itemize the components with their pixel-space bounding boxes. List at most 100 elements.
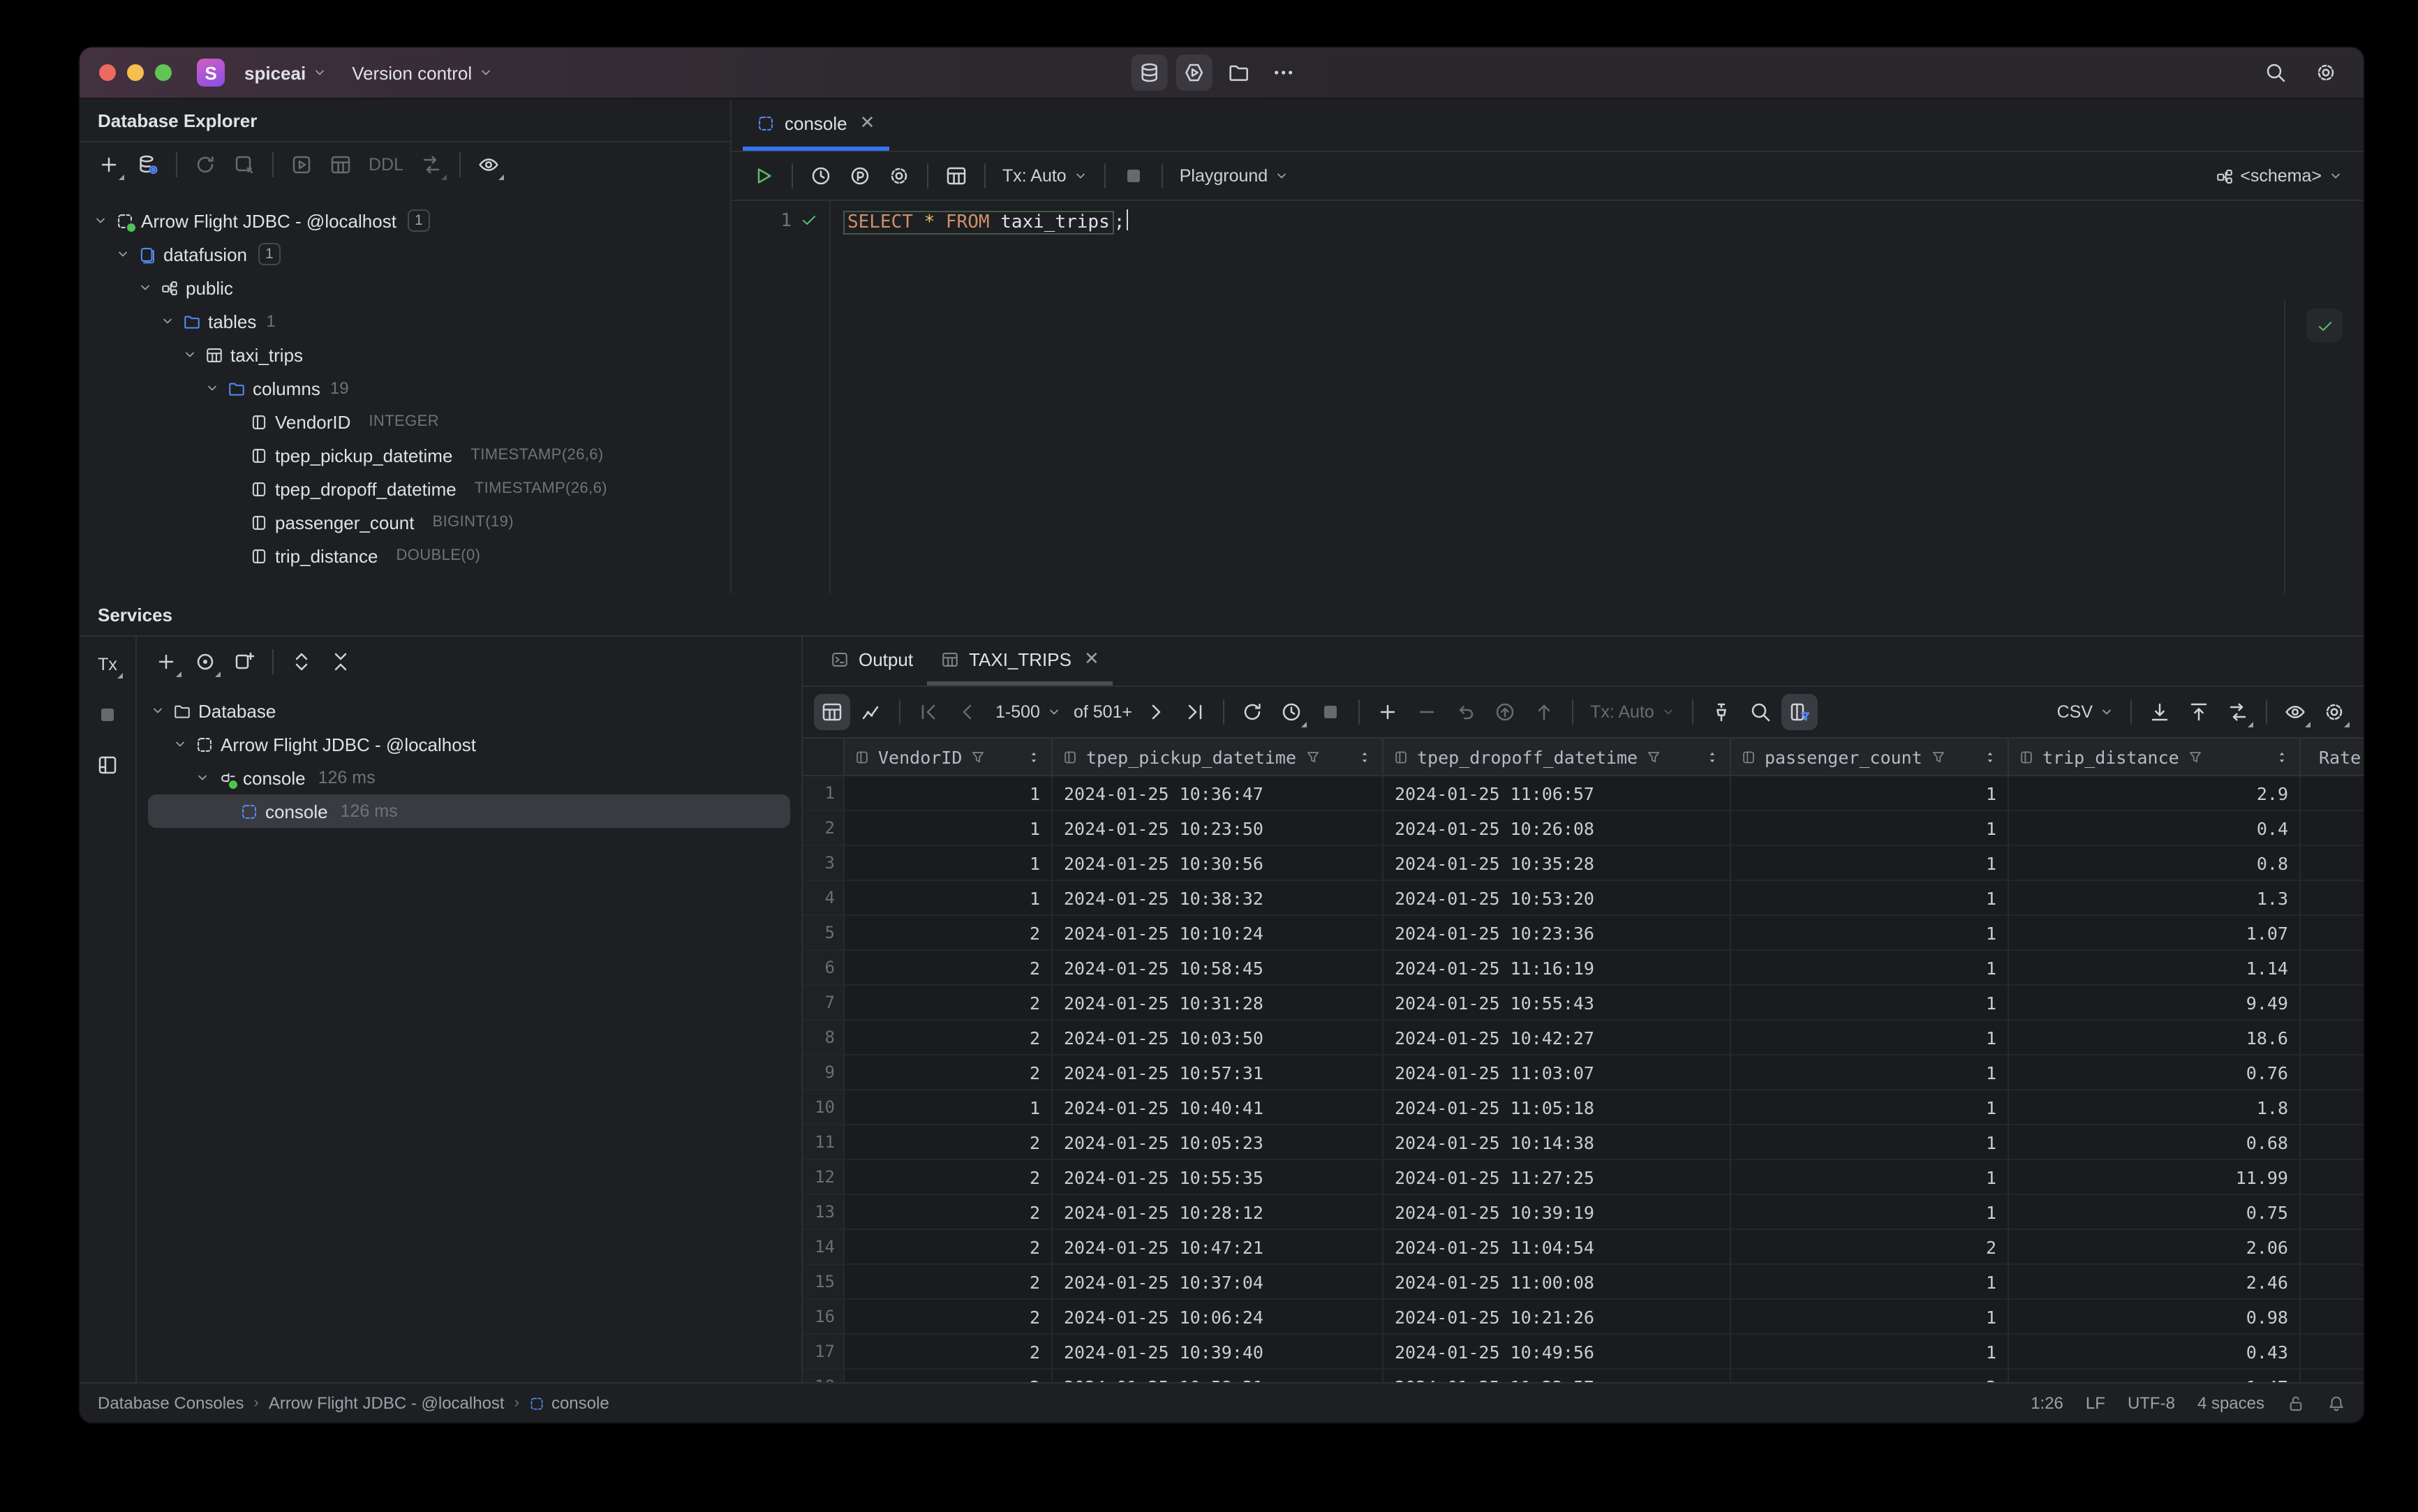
cell-tpep_pickup_datetime[interactable]: 2024-01-25 10:28:12 xyxy=(1053,1195,1384,1229)
stop-button[interactable] xyxy=(1115,158,1152,194)
row-number[interactable]: 18 xyxy=(803,1370,845,1382)
cell-tpep_dropoff_datetime[interactable]: 2024-01-25 10:53:20 xyxy=(1384,881,1731,914)
collapse-all-button[interactable] xyxy=(322,643,359,679)
open-data-button[interactable] xyxy=(322,147,359,183)
cell-tpep_pickup_datetime[interactable]: 2024-01-25 10:58:21 xyxy=(1053,1370,1384,1382)
pin-tab-button[interactable] xyxy=(1703,694,1740,730)
query-history-button[interactable] xyxy=(1273,694,1310,730)
cell-passenger_count[interactable]: 1 xyxy=(1731,846,2009,880)
cell-rate[interactable] xyxy=(2301,1335,2364,1368)
cell-vendorid[interactable]: 2 xyxy=(845,986,1053,1019)
cell-vendorid[interactable]: 1 xyxy=(845,1090,1053,1124)
cancel-query-button[interactable] xyxy=(1312,694,1349,730)
column-header-vendorid[interactable]: VendorID xyxy=(845,739,1053,775)
cell-tpep_pickup_datetime[interactable]: 2024-01-25 10:55:35 xyxy=(1053,1160,1384,1194)
breadcrumb-item[interactable]: Database Consoles xyxy=(98,1393,244,1413)
database-tool-button[interactable] xyxy=(1131,54,1168,91)
line-separator[interactable]: LF xyxy=(2086,1393,2105,1413)
cell-vendorid[interactable]: 2 xyxy=(845,1021,1053,1054)
cell-rate[interactable] xyxy=(2301,1055,2364,1089)
cell-vendorid[interactable]: 1 xyxy=(845,881,1053,914)
cell-tpep_pickup_datetime[interactable]: 2024-01-25 10:37:04 xyxy=(1053,1265,1384,1298)
cell-passenger_count[interactable]: 1 xyxy=(1731,986,2009,1019)
cell-tpep_dropoff_datetime[interactable]: 2024-01-25 11:23:57 xyxy=(1384,1370,1731,1382)
page-size-button[interactable]: 1-500 xyxy=(988,694,1068,730)
delete-row-button[interactable] xyxy=(1409,694,1445,730)
cell-vendorid[interactable]: 1 xyxy=(845,846,1053,880)
export-data-button[interactable] xyxy=(2142,694,2178,730)
expanded-chevron-icon[interactable] xyxy=(135,281,154,295)
cell-tpep_pickup_datetime[interactable]: 2024-01-25 10:38:32 xyxy=(1053,881,1384,914)
cell-passenger_count[interactable]: 1 xyxy=(1731,1055,2009,1089)
indent-style[interactable]: 4 spaces xyxy=(2197,1393,2264,1413)
cell-rate[interactable] xyxy=(2301,776,2364,810)
schema-selector-button[interactable]: <schema> xyxy=(2208,158,2350,194)
find-in-grid-button[interactable] xyxy=(1742,694,1779,730)
column-header-tpep_dropoff_datetime[interactable]: tpep_dropoff_datetime xyxy=(1384,739,1731,775)
cell-passenger_count[interactable]: 1 xyxy=(1731,916,2009,949)
revert-button[interactable] xyxy=(1448,694,1484,730)
import-export-button[interactable] xyxy=(413,147,450,183)
tree-item-tpep-pickup-datetime[interactable]: tpep_pickup_datetime TIMESTAMP(26,6) xyxy=(80,438,730,472)
cell-trip_distance[interactable]: 2.46 xyxy=(2009,1265,2301,1298)
search-everywhere-button[interactable] xyxy=(2257,54,2294,91)
cell-rate[interactable] xyxy=(2301,1125,2364,1159)
cell-tpep_pickup_datetime[interactable]: 2024-01-25 10:47:21 xyxy=(1053,1230,1384,1263)
cell-tpep_dropoff_datetime[interactable]: 2024-01-25 10:42:27 xyxy=(1384,1021,1731,1054)
cell-rate[interactable] xyxy=(2301,1370,2364,1382)
cell-trip_distance[interactable]: 2.06 xyxy=(2009,1230,2301,1263)
cell-tpep_pickup_datetime[interactable]: 2024-01-25 10:36:47 xyxy=(1053,776,1384,810)
cell-vendorid[interactable]: 1 xyxy=(845,811,1053,845)
view-options-button[interactable] xyxy=(470,147,507,183)
cell-tpep_dropoff_datetime[interactable]: 2024-01-25 11:16:19 xyxy=(1384,951,1731,984)
row-number[interactable]: 16 xyxy=(803,1300,845,1333)
cell-rate[interactable] xyxy=(2301,1265,2364,1298)
tree-item-console[interactable]: console 126 ms xyxy=(137,761,801,794)
cell-tpep_pickup_datetime[interactable]: 2024-01-25 10:10:24 xyxy=(1053,916,1384,949)
expand-all-button[interactable] xyxy=(283,643,320,679)
cell-vendorid[interactable]: 2 xyxy=(845,1160,1053,1194)
tx-mode-button[interactable]: Tx: Auto xyxy=(995,158,1095,194)
cell-rate[interactable] xyxy=(2301,1090,2364,1124)
cell-trip_distance[interactable]: 2.9 xyxy=(2009,776,2301,810)
expanded-chevron-icon[interactable] xyxy=(202,381,221,395)
edit-as-button[interactable] xyxy=(2220,694,2256,730)
cell-tpep_dropoff_datetime[interactable]: 2024-01-25 11:04:54 xyxy=(1384,1230,1731,1263)
notifications-button[interactable] xyxy=(2327,1394,2345,1412)
row-number[interactable]: 13 xyxy=(803,1195,845,1229)
tree-item-tpep-dropoff-datetime[interactable]: tpep_dropoff_datetime TIMESTAMP(26,6) xyxy=(80,472,730,505)
cell-vendorid[interactable]: 2 xyxy=(845,1300,1053,1333)
readonly-toggle[interactable] xyxy=(2287,1394,2305,1412)
services-tool-button[interactable] xyxy=(1175,54,1212,91)
cell-tpep_pickup_datetime[interactable]: 2024-01-25 10:40:41 xyxy=(1053,1090,1384,1124)
vcs-menu-button[interactable]: Version control xyxy=(346,58,498,87)
close-window-button[interactable] xyxy=(99,64,116,81)
cell-trip_distance[interactable]: 0.98 xyxy=(2009,1300,2301,1333)
playground-button[interactable]: Playground xyxy=(1173,158,1296,194)
editor-body[interactable]: 1 SELECT * FROM taxi_trips; xyxy=(732,201,2364,593)
cell-tpep_pickup_datetime[interactable]: 2024-01-25 10:30:56 xyxy=(1053,846,1384,880)
cell-trip_distance[interactable]: 1.07 xyxy=(2009,916,2301,949)
cell-trip_distance[interactable]: 0.8 xyxy=(2009,846,2301,880)
expanded-chevron-icon[interactable] xyxy=(113,247,131,261)
grid-tx-mode-button[interactable]: Tx: Auto xyxy=(1583,694,1682,730)
in-editor-results-button[interactable] xyxy=(938,158,974,194)
console-settings-button[interactable] xyxy=(881,158,917,194)
inspections-widget[interactable] xyxy=(2306,309,2343,342)
cell-tpep_dropoff_datetime[interactable]: 2024-01-25 11:03:07 xyxy=(1384,1055,1731,1089)
tree-item-tables[interactable]: tables 1 xyxy=(80,304,730,338)
cell-tpep_dropoff_datetime[interactable]: 2024-01-25 10:35:28 xyxy=(1384,846,1731,880)
reload-page-button[interactable] xyxy=(1234,694,1270,730)
close-tab-icon[interactable]: ✕ xyxy=(860,112,875,134)
first-page-button[interactable] xyxy=(910,694,947,730)
tree-item-columns[interactable]: columns 19 xyxy=(80,371,730,405)
cell-rate[interactable] xyxy=(2301,1300,2364,1333)
tree-item-passenger-count[interactable]: passenger_count BIGINT(19) xyxy=(80,505,730,539)
export-format-button[interactable]: CSV xyxy=(2050,694,2121,730)
ddl-button[interactable]: DDL xyxy=(362,147,410,183)
cell-passenger_count[interactable]: 1 xyxy=(1731,1090,2009,1124)
cell-passenger_count[interactable]: 1 xyxy=(1731,1300,2009,1333)
cell-tpep_dropoff_datetime[interactable]: 2024-01-25 10:21:26 xyxy=(1384,1300,1731,1333)
breadcrumb-item[interactable]: Arrow Flight JDBC - @localhost xyxy=(269,1393,505,1413)
refresh-button[interactable] xyxy=(187,147,223,183)
